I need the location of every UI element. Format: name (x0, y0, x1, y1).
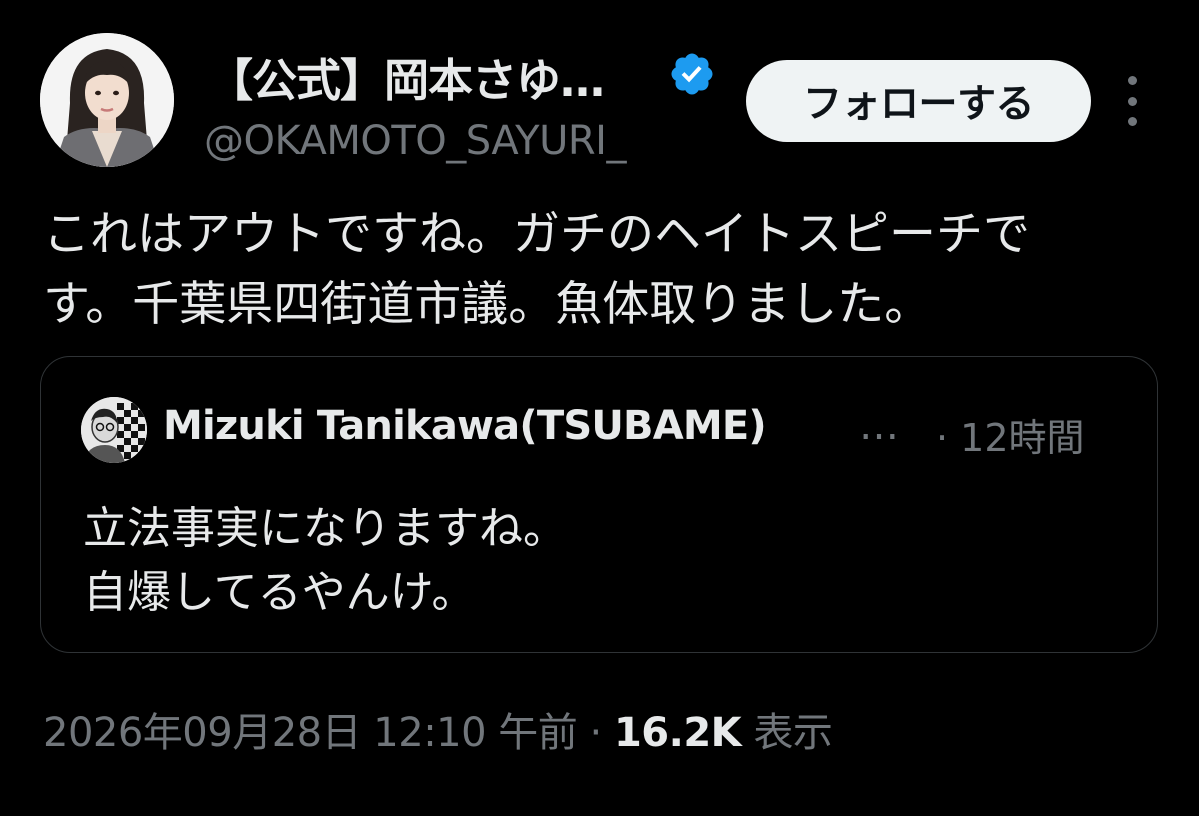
tweet-text-line: す。千葉県四街道市議。魚体取りました。 (43, 277, 932, 332)
quote-author-avatar[interactable] (81, 397, 147, 463)
dot (1127, 96, 1137, 106)
quote-author-name[interactable]: Mizuki Tanikawa(TSUBAME) (163, 403, 767, 449)
quote-profile-photo (81, 397, 147, 463)
author-handle[interactable]: @OKAMOTO_SAYURI_ (204, 118, 626, 164)
quote-name-ellipsis: … (859, 403, 899, 449)
quoted-tweet-card[interactable]: Mizuki Tanikawa(TSUBAME) … · 12時間 立法事実にな… (40, 356, 1158, 653)
verified-badge-icon (668, 50, 716, 98)
tweet-timestamp[interactable]: 2026年09月28日 12:10 午前 (43, 710, 578, 756)
tweet-meta: 2026年09月28日 12:10 午前 · 16.2K 表示 (43, 700, 833, 758)
meta-separator: · (589, 710, 603, 756)
quote-text-line: 立法事実になりますね。 (83, 503, 567, 554)
quote-timestamp[interactable]: · 12時間 (936, 407, 1085, 462)
follow-button[interactable]: フォローする (746, 60, 1091, 142)
tweet-text: これはアウトですね。ガチのヘイトスピーチで す。千葉県四街道市議。魚体取りました… (43, 200, 1173, 340)
views-label: 表示 (753, 710, 833, 756)
profile-photo (40, 33, 174, 167)
quote-text: 立法事実になりますね。 自爆してるやんけ。 (83, 497, 567, 625)
author-avatar[interactable] (40, 33, 174, 167)
dot (1127, 117, 1137, 126)
quote-text-line: 自爆してるやんけ。 (83, 567, 476, 618)
vertical-ellipsis-icon[interactable] (1114, 76, 1150, 126)
views-count: 16.2K (613, 710, 742, 756)
tweet: 【公式】岡本さゆ… @OKAMOTO_SAYURI_ フォローする これはアウト… (0, 0, 1199, 816)
dot (1127, 76, 1137, 85)
tweet-text-line: これはアウトですね。ガチのヘイトスピーチで (43, 207, 1030, 262)
author-display-name[interactable]: 【公式】岡本さゆ… (208, 44, 605, 109)
